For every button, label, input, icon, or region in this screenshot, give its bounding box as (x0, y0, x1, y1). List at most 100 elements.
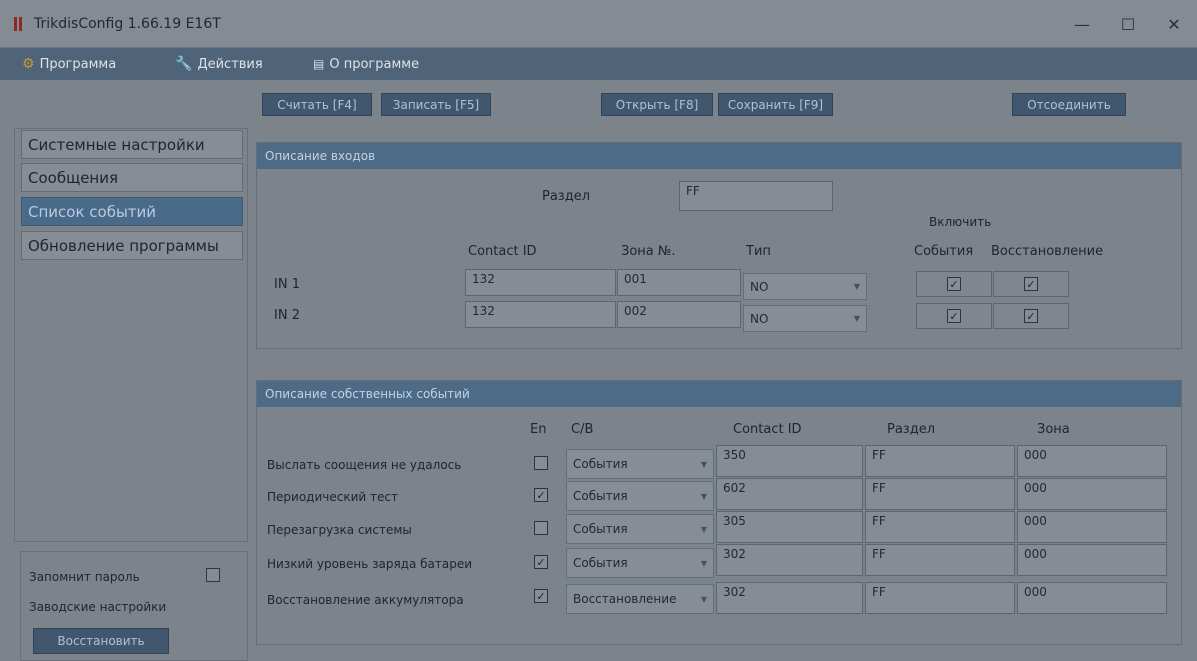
contact-id-header: Contact ID (468, 244, 537, 259)
remember-password-checkbox[interactable] (206, 568, 220, 582)
menu-bar: ⚙ Программа 🔧 Действия ▤ О программе (0, 48, 1197, 80)
input-row-1-events-checkbox[interactable]: ✓ (947, 277, 961, 291)
menu-actions[interactable]: 🔧 Действия (175, 48, 263, 80)
password-panel: Запомнит пароль Заводские настройки Восс… (20, 551, 248, 661)
en-header: En (530, 422, 547, 437)
sidebar: Системные настройки Сообщения Список соб… (14, 128, 248, 542)
input-row-2-name: IN 2 (274, 308, 300, 323)
save-button[interactable]: Сохранить [F9] (718, 93, 833, 116)
inputs-group-title: Описание входов (257, 143, 1181, 169)
open-button[interactable]: Открыть [F8] (601, 93, 713, 116)
event-row-3-partition[interactable]: FF (865, 511, 1015, 543)
sidebar-item-system-settings[interactable]: Системные настройки (21, 130, 243, 159)
window-title: TrikdisConfig 1.66.19 E16T (34, 15, 221, 32)
event-row-4-name: Низкий уровень заряда батареи (267, 557, 473, 571)
event-row-3-type-select[interactable]: События ▼ (566, 514, 714, 544)
input-row-1-name: IN 1 (274, 277, 300, 292)
event-row-5-partition[interactable]: FF (865, 582, 1015, 614)
own-events-group: Описание собственных событий En С/В Cont… (256, 380, 1182, 645)
chevron-down-icon: ▼ (700, 492, 707, 501)
zone-number-header: Зона №. (621, 244, 676, 259)
input-row-1-type-select[interactable]: NO ▼ (743, 273, 867, 300)
event-row-1-en-checkbox[interactable] (534, 456, 548, 470)
event-row-1-name: Выслать соощения не удалось (267, 458, 462, 472)
event-row-5-zone[interactable]: 000 (1017, 582, 1167, 614)
event-row-2-type-select[interactable]: События ▼ (566, 481, 714, 511)
menu-about[interactable]: ▤ О программе (313, 48, 419, 80)
sidebar-item-firmware-update[interactable]: Обновление программы (21, 231, 243, 260)
inputs-group: Описание входов Раздел FF Включить Conta… (256, 142, 1182, 349)
restore-button[interactable]: Восстановить (33, 628, 169, 654)
app-logo-icon (12, 15, 26, 33)
input-row-2-events-checkbox[interactable]: ✓ (947, 309, 961, 323)
write-button[interactable]: Записать [F5] (381, 93, 491, 116)
event-row-2-contact-id[interactable]: 602 (716, 478, 863, 510)
event-row-5-type-value: Восстановление (573, 592, 677, 606)
partition-column-header: Раздел (887, 422, 936, 437)
contact-id-column-header: Contact ID (733, 422, 802, 437)
input-row-1-contact-id[interactable]: 132 (465, 269, 616, 296)
close-button[interactable]: ✕ (1151, 0, 1197, 48)
event-row-2-partition[interactable]: FF (865, 478, 1015, 510)
event-row-5-name: Восстановление аккумулятора (267, 593, 464, 607)
input-row-1-restore-checkbox[interactable]: ✓ (1024, 277, 1038, 291)
chevron-down-icon: ▼ (700, 559, 707, 568)
partition-label: Раздел (542, 189, 591, 204)
chevron-down-icon: ▼ (700, 595, 707, 604)
sidebar-item-event-list[interactable]: Список событий (21, 197, 243, 226)
event-row-4-zone[interactable]: 000 (1017, 544, 1167, 576)
event-row-4-contact-id[interactable]: 302 (716, 544, 863, 576)
event-row-3-zone[interactable]: 000 (1017, 511, 1167, 543)
event-row-3-name: Перезагрузка системы (267, 523, 412, 537)
event-row-5-type-select[interactable]: Восстановление ▼ (566, 584, 714, 614)
event-row-3-contact-id[interactable]: 305 (716, 511, 863, 543)
event-row-4-type-select[interactable]: События ▼ (566, 548, 714, 578)
event-row-1-partition[interactable]: FF (865, 445, 1015, 477)
input-row-2-type-select[interactable]: NO ▼ (743, 305, 867, 332)
zone-column-header: Зона (1037, 422, 1070, 437)
input-row-2-restore-checkbox[interactable]: ✓ (1024, 309, 1038, 323)
event-row-3-en-checkbox[interactable] (534, 521, 548, 535)
event-row-5-contact-id[interactable]: 302 (716, 582, 863, 614)
input-row-2-zone[interactable]: 002 (617, 301, 741, 328)
disconnect-button[interactable]: Отсоединить (1012, 93, 1126, 116)
event-row-4-en-checkbox[interactable]: ✓ (534, 555, 548, 569)
event-row-1-contact-id[interactable]: 350 (716, 445, 863, 477)
input-row-2-events-cell: ✓ (916, 303, 992, 329)
input-row-1-restore-cell: ✓ (993, 271, 1069, 297)
events-header: События (914, 244, 974, 259)
event-row-1-zone[interactable]: 000 (1017, 445, 1167, 477)
input-row-2-type-value: NO (750, 311, 769, 326)
event-row-1-type-select[interactable]: События ▼ (566, 449, 714, 479)
event-row-2-type-value: События (573, 489, 628, 503)
own-events-group-title: Описание собственных событий (257, 381, 1181, 407)
sidebar-item-messages[interactable]: Сообщения (21, 163, 243, 192)
event-row-4-partition[interactable]: FF (865, 544, 1015, 576)
event-row-5-en-checkbox[interactable]: ✓ (534, 589, 548, 603)
minimize-button[interactable]: — (1059, 0, 1105, 48)
restore-header: Восстановление (991, 244, 1104, 259)
maximize-button[interactable]: ☐ (1105, 0, 1151, 48)
read-button[interactable]: Считать [F4] (262, 93, 372, 116)
menu-program-label: Программа (39, 56, 117, 72)
chevron-down-icon: ▼ (853, 314, 860, 323)
chevron-down-icon: ▼ (700, 525, 707, 534)
menu-actions-label: Действия (197, 56, 263, 72)
event-row-2-name: Периодический тест (267, 490, 398, 504)
partition-input[interactable]: FF (679, 181, 833, 211)
window-controls: — ☐ ✕ (1059, 0, 1197, 48)
menu-about-label: О программе (329, 56, 420, 72)
title-bar: TrikdisConfig 1.66.19 E16T — ☐ ✕ (0, 0, 1197, 48)
chevron-down-icon: ▼ (853, 282, 860, 291)
wrench-icon: 🔧 (175, 56, 193, 72)
event-row-4-type-value: События (573, 556, 628, 570)
cb-header: С/В (571, 422, 594, 437)
event-row-2-zone[interactable]: 000 (1017, 478, 1167, 510)
enable-label: Включить (929, 215, 992, 229)
input-row-2-contact-id[interactable]: 132 (465, 301, 616, 328)
input-row-1-zone[interactable]: 001 (617, 269, 741, 296)
event-row-3-type-value: События (573, 522, 628, 536)
menu-program[interactable]: ⚙ Программа (22, 48, 116, 80)
gear-icon: ⚙ (22, 56, 35, 72)
event-row-2-en-checkbox[interactable]: ✓ (534, 488, 548, 502)
